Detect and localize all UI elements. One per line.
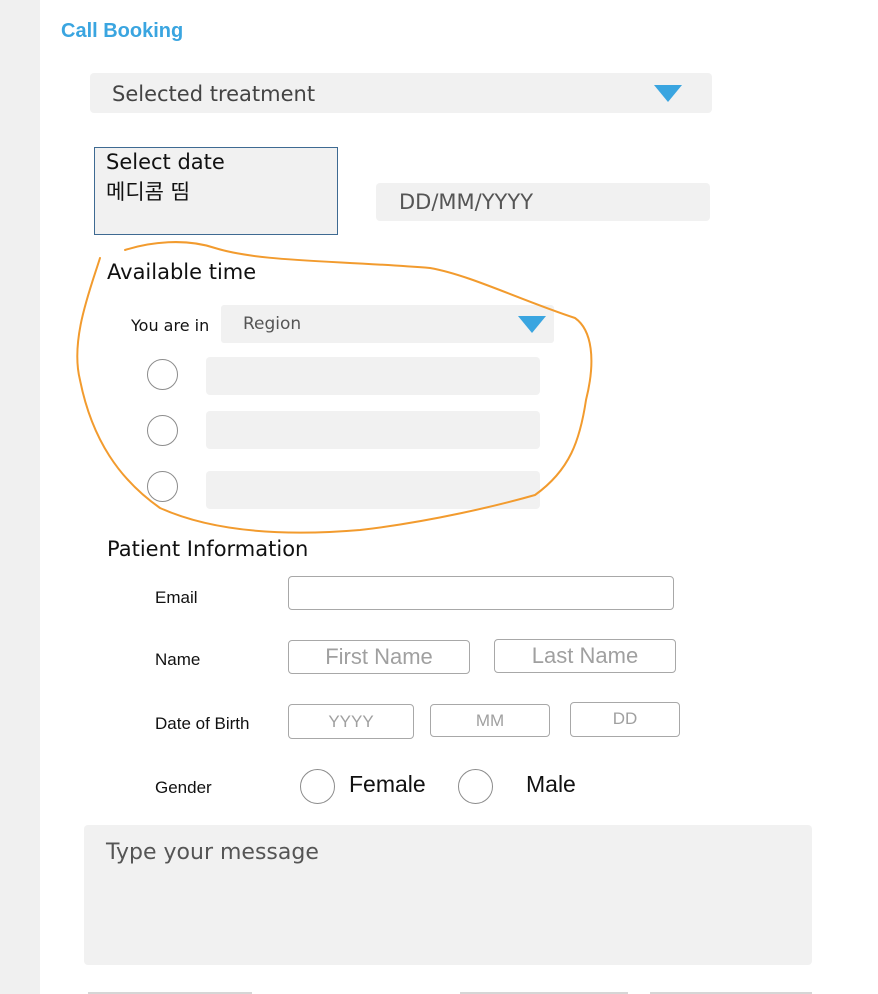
select-date-note: Select date 메디콤 띰 [94,147,338,235]
date-input[interactable]: DD/MM/YYYY [376,183,710,221]
gender-female-radio[interactable] [300,769,335,804]
email-label: Email [155,588,198,607]
dropdown-arrow-icon [654,85,682,102]
select-date-subtext: 메디콤 띰 [106,180,190,204]
gender-male-label: Male [526,771,576,797]
gender-female-label: Female [349,771,426,797]
region-select[interactable]: Region [221,305,554,343]
region-select-value: Region [243,314,302,334]
page-title: Call Booking [61,20,184,42]
dropdown-arrow-icon [518,316,546,333]
gender-male-radio[interactable] [458,769,493,804]
message-placeholder: Type your message [106,840,319,865]
time-slot-3[interactable] [206,471,540,509]
available-time-heading: Available time [107,260,257,284]
time-slot-radio-1[interactable] [147,359,178,390]
time-slot-radio-2[interactable] [147,415,178,446]
gender-label: Gender [155,778,212,797]
last-name-field[interactable]: Last Name [494,639,676,673]
dob-label: Date of Birth [155,714,250,733]
select-date-label: Select date [106,150,225,174]
patient-info-heading: Patient Information [107,537,309,561]
date-input-placeholder: DD/MM/YYYY [399,190,534,214]
treatment-select-value: Selected treatment [112,82,316,106]
time-slot-1[interactable] [206,357,540,395]
message-textarea[interactable]: Type your message [84,825,812,965]
dob-day-field[interactable]: DD [570,702,680,737]
name-label: Name [155,650,201,669]
time-slot-2[interactable] [206,411,540,449]
region-label: You are in [131,316,210,335]
first-name-field[interactable]: First Name [288,640,470,674]
email-field[interactable] [288,576,674,610]
dob-year-field[interactable]: YYYY [288,704,414,739]
dob-month-field[interactable]: MM [430,704,550,737]
left-rail [0,0,40,994]
time-slot-radio-3[interactable] [147,471,178,502]
treatment-select[interactable]: Selected treatment [90,73,712,113]
